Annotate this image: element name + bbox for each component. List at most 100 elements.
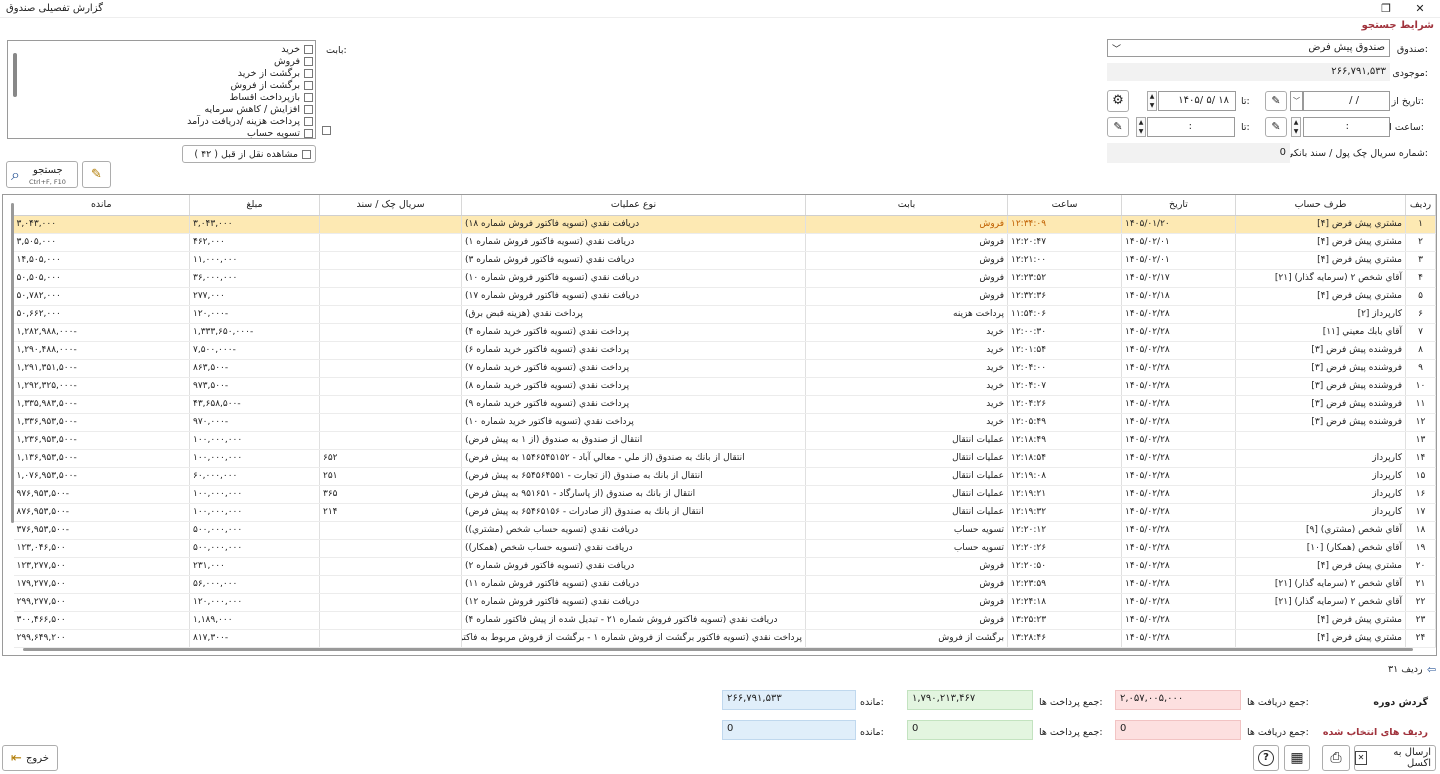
column-header[interactable]: بابت bbox=[805, 195, 1008, 216]
column-header[interactable]: سریال چک / سند bbox=[319, 195, 462, 216]
table-cell: برگشت از فروش bbox=[805, 629, 1008, 648]
table-row[interactable]: ۵ مشتري پیش فرض [۴] ۱۴۰۵/۰۲/۱۸ ۱۲:۳۲:۳۶ فروش… bbox=[13, 287, 1436, 306]
table-row[interactable]: ۱۵ کارپرداز ۱۴۰۵/۰۲/۲۸ ۱۲:۱۹:۰۸ عملیات انتقا… bbox=[13, 467, 1436, 486]
table-cell: دریافت نقدي (تسويه فاکتور فروش شماره ۱۸) bbox=[461, 215, 806, 234]
table-cell: ۱۴۰۵/۰۲/۰۱ bbox=[1121, 251, 1236, 270]
table-row[interactable]: ۱۴ کارپرداز ۱۴۰۵/۰۲/۲۸ ۱۲:۱۸:۵۴ عملیات انتقا… bbox=[13, 449, 1436, 468]
table-row[interactable]: ۲۳ مشتري پیش فرض [۴] ۱۴۰۵/۰۲/۲۸ ۱۳:۲۵:۲۳ فرو… bbox=[13, 611, 1436, 630]
table-cell: ۱۲:۰۵:۴۹ bbox=[1007, 413, 1122, 432]
help-icon[interactable]: ? bbox=[1253, 745, 1279, 771]
table-row[interactable]: ۶ کارپرداز [۲] ۱۴۰۵/۰۲/۲۸ ۱۱:۵۴:۰۶ پرداخت هز… bbox=[13, 305, 1436, 324]
column-header[interactable]: تاریخ bbox=[1121, 195, 1236, 216]
table-row[interactable]: ۸ فروشنده پیش فرض [۳] ۱۴۰۵/۰۲/۲۸ ۱۲:۰۱:۵۴ خر… bbox=[13, 341, 1436, 360]
table-cell: انتقال از بانك به صندوق (از تجارت - ۶۵۴۵… bbox=[461, 467, 806, 486]
table-row[interactable]: ۱۲ فروشنده پیش فرض [۳] ۱۴۰۵/۰۲/۲۸ ۱۲:۰۵:۴۹ خ… bbox=[13, 413, 1436, 432]
eraser-icon[interactable]: ✎ bbox=[1265, 91, 1287, 111]
column-header[interactable]: طرف حساب bbox=[1235, 195, 1406, 216]
column-header[interactable]: مبلغ bbox=[189, 195, 320, 216]
checkbox[interactable] bbox=[304, 80, 313, 90]
table-row[interactable]: ۱۹ آقاي شخص (همكار) [۱۰] ۱۴۰۵/۰۲/۲۸ ۱۲:۲۰:۲… bbox=[13, 539, 1436, 558]
table-cell: ۱۲ bbox=[1405, 413, 1436, 432]
checkbox[interactable] bbox=[304, 68, 313, 78]
table-row[interactable]: ۲۴ مشتري پیش فرض [۴] ۱۴۰۵/۰۲/۲۸ ۱۳:۲۸:۴۶ برگ… bbox=[13, 629, 1436, 648]
table-cell: پرداخت نقدي (تسويه فاکتور خريد شماره ۱۰) bbox=[461, 413, 806, 432]
table-row[interactable]: ۱۰ فروشنده پیش فرض [۳] ۱۴۰۵/۰۲/۲۸ ۱۲:۰۴:۰۷ خ… bbox=[13, 377, 1436, 396]
list-item[interactable]: خرید bbox=[281, 43, 313, 55]
checkbox[interactable] bbox=[302, 149, 311, 159]
table-row[interactable]: ۴ آقاي شخص ۲ (سرمایه گذار) [۲۱] ۱۴۰۵/۰۲/۱۷… bbox=[13, 269, 1436, 288]
table-cell: فروش bbox=[805, 575, 1008, 594]
checkbox[interactable] bbox=[304, 56, 313, 66]
time-to-spinner[interactable]: ▲ ▼ bbox=[1136, 117, 1146, 137]
printer-icon[interactable]: ⎙ bbox=[1322, 745, 1350, 771]
fund-select[interactable]: ﹀ صندوق پیش فرض bbox=[1107, 39, 1390, 57]
table-cell: انتقال از بانك به صندوق (از پاسارگاد - ۹… bbox=[461, 485, 806, 504]
list-item[interactable]: بازپرداخت اقساط bbox=[230, 91, 313, 103]
checkbox[interactable] bbox=[304, 44, 313, 54]
table-row[interactable]: ۷ آقاي بابك معيني [۱۱] ۱۴۰۵/۰۲/۲۸ ۱۲:۰۰:۳۰ خ… bbox=[13, 323, 1436, 342]
serial-field[interactable]: 0 bbox=[1107, 143, 1290, 163]
checkbox[interactable] bbox=[304, 128, 313, 138]
table-row[interactable]: ۲۲ آقاي شخص ۲ (سرمایه گذار) [۲۱] ۱۴۰۵/۰۲/۲… bbox=[13, 593, 1436, 612]
search-button[interactable]: ⌕ جستجو Ctrl+F, F10 bbox=[6, 161, 78, 188]
export-excel-button[interactable]: ارسال به اکسل ✕ bbox=[1354, 745, 1436, 771]
column-header[interactable]: ساعت bbox=[1007, 195, 1122, 216]
list-item[interactable]: افزایش / کاهش سرمایه bbox=[204, 103, 313, 115]
table-row[interactable]: ۱۶ کارپرداز ۱۴۰۵/۰۲/۲۸ ۱۲:۱۹:۲۱ عملیات انتقا… bbox=[13, 485, 1436, 504]
exit-button[interactable]: ⇤ خروج bbox=[2, 745, 58, 771]
list-item[interactable]: برگشت از فروش bbox=[231, 79, 313, 91]
table-row[interactable]: ۹ فروشنده پیش فرض [۳] ۱۴۰۵/۰۲/۲۸ ۱۲:۰۴:۰۰ خر… bbox=[13, 359, 1436, 378]
select-all-checkbox[interactable] bbox=[322, 126, 331, 135]
table-row[interactable]: ۳ مشتري پیش فرض [۴] ۱۴۰۵/۰۲/۰۱ ۱۲:۲۱:۰۰ فروش… bbox=[13, 251, 1436, 270]
close-button[interactable]: ✕ bbox=[1408, 1, 1432, 17]
maximize-button[interactable]: ❐ bbox=[1374, 1, 1398, 17]
time-from-input[interactable]: : bbox=[1303, 117, 1390, 137]
eraser-icon[interactable]: ✎ bbox=[1107, 117, 1129, 137]
list-item[interactable]: برگشت از خرید bbox=[238, 67, 313, 79]
table-row[interactable]: ۱۱ فروشنده پیش فرض [۳] ۱۴۰۵/۰۲/۲۸ ۱۲:۰۴:۲۶ خ… bbox=[13, 395, 1436, 414]
checkbox[interactable] bbox=[304, 116, 313, 126]
table-cell bbox=[319, 413, 462, 432]
clear-filters-button[interactable]: ✎ bbox=[82, 161, 111, 188]
scrollbar[interactable] bbox=[13, 53, 17, 97]
table-row[interactable]: ۱۳ ۱۴۰۵/۰۲/۲۸ ۱۲:۱۸:۴۹ عملیات انتقال انتقال … bbox=[13, 431, 1436, 450]
transfer-toggle[interactable]: مشاهده نقل از قبل ( ۴۲ ) bbox=[182, 145, 316, 163]
table-row[interactable]: ۱ مشتري پیش فرض [۴] ۱۴۰۵/۰۱/۲۰ ۱۲:۳۴:۰۹ فروش… bbox=[13, 215, 1436, 234]
table-cell: عملیات انتقال bbox=[805, 485, 1008, 504]
date-from-dropdown[interactable]: ﹀ bbox=[1290, 91, 1303, 111]
title-bar: گزارش تفصیلی صندوق ❐ ✕ bbox=[0, 0, 1440, 18]
time-to-input[interactable]: : bbox=[1147, 117, 1235, 137]
date-from-input[interactable]: / / bbox=[1303, 91, 1390, 111]
table-row[interactable]: ۱۷ کارپرداز ۱۴۰۵/۰۲/۲۸ ۱۲:۱۹:۳۲ عملیات انتقا… bbox=[13, 503, 1436, 522]
results-table[interactable]: ردیف طرف حساب تاریخ ساعت بابت نوع عملیات سریال… bbox=[2, 194, 1437, 656]
eraser-icon[interactable]: ✎ bbox=[1265, 117, 1287, 137]
table-row[interactable]: ۱۸ آقاي شخص (مشتري) [۹] ۱۴۰۵/۰۲/۲۸ ۱۲:۲۰:۱۲… bbox=[13, 521, 1436, 540]
table-row[interactable]: ۲۰ مشتري پیش فرض [۴] ۱۴۰۵/۰۲/۲۸ ۱۲:۲۰:۵۰ فرو… bbox=[13, 557, 1436, 576]
category-list[interactable]: خرید فروش برگشت از خرید برگشت از فروش با… bbox=[7, 40, 316, 139]
table-cell: ۲۹۹,۲۷۷,۵۰۰ bbox=[13, 593, 190, 612]
column-header[interactable]: ردیف bbox=[1405, 195, 1436, 216]
scrollbar[interactable] bbox=[23, 648, 1413, 651]
checkbox[interactable] bbox=[304, 92, 313, 102]
gear-icon[interactable]: ⚙ bbox=[1107, 90, 1129, 112]
table-cell: ۱۲:۲۴:۱۸ bbox=[1007, 593, 1122, 612]
calculator-icon[interactable]: ▦ bbox=[1284, 745, 1310, 771]
table-cell bbox=[319, 305, 462, 324]
table-cell: ۵ bbox=[1405, 287, 1436, 306]
column-header[interactable]: مانده bbox=[13, 195, 190, 216]
list-item[interactable]: تسویه حساب bbox=[247, 127, 313, 139]
table-cell: ۲۷۷,۰۰۰ bbox=[189, 287, 320, 306]
time-from-spinner[interactable]: ▲ ▼ bbox=[1291, 117, 1301, 137]
checkbox[interactable] bbox=[304, 104, 313, 114]
table-cell: فروش bbox=[805, 611, 1008, 630]
table-row[interactable]: ۲ مشتري پیش فرض [۴] ۱۴۰۵/۰۲/۰۱ ۱۲:۲۰:۴۷ فروش… bbox=[13, 233, 1436, 252]
balance-field: ۲۶۶,۷۹۱,۵۳۳ bbox=[1107, 63, 1390, 81]
list-item[interactable]: پرداخت هزینه /دریافت درآمد bbox=[187, 115, 313, 127]
table-cell bbox=[319, 341, 462, 360]
date-to-spinner[interactable]: ▲ ▼ bbox=[1147, 91, 1157, 111]
date-to-input[interactable]: ۱۴۰۵/ ۵/ ۱۸ bbox=[1158, 91, 1236, 111]
table-cell: ۱۲:۳۴:۰۹ bbox=[1007, 215, 1122, 234]
table-row[interactable]: ۲۱ آقاي شخص ۲ (سرمایه گذار) [۲۱] ۱۴۰۵/۰۲/۲… bbox=[13, 575, 1436, 594]
column-header[interactable]: نوع عملیات bbox=[461, 195, 806, 216]
list-item[interactable]: فروش bbox=[274, 55, 313, 67]
